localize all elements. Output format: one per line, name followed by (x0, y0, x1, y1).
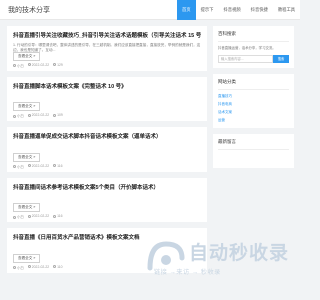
eye-icon (53, 113, 57, 117)
eye-icon (53, 265, 57, 269)
user-icon (13, 266, 16, 270)
sidebar: 百科搜索 抖音直播运营，话术分享，学习交流。 输入搜索内容... 搜索 网站分类… (213, 26, 294, 174)
post-date: 2022-02-22 (31, 62, 50, 67)
views-meta: 110 (53, 264, 63, 270)
post-card: 抖音直播引导关注收藏技巧_抖音引导关注话术话题模板（引导关注话术 15 号） 1… (7, 26, 207, 71)
post-author: 小白 (17, 215, 24, 219)
post-views: 116 (57, 214, 63, 218)
post-views: 109 (57, 113, 63, 117)
user-icon (13, 114, 16, 118)
author-meta: 小白 (13, 214, 24, 219)
date-meta: 2022-02-22 (27, 113, 50, 118)
clock-icon (27, 164, 31, 168)
post-title[interactable]: 抖音直播脚本话术模板文案《完整话术 10 号》 (13, 83, 201, 91)
post-author: 小白 (17, 114, 24, 118)
post-title[interactable]: 抖音直播间话术参考话术模板文案5个类目（开价脚本话术） (13, 184, 201, 192)
user-icon (13, 165, 16, 169)
category-link[interactable]: 抖音电商 (218, 102, 253, 107)
post-date: 2022-02-22 (31, 113, 50, 117)
read-more-button[interactable]: 查看全文 » (13, 152, 41, 162)
nav-item-tips[interactable]: 提示下 (196, 0, 219, 20)
search-form: 输入搜索内容... 搜索 (218, 54, 289, 63)
read-more-button[interactable]: 查看全文 » (13, 203, 41, 212)
date-meta: 2022-02-22 (27, 163, 50, 169)
post-views: 129 (57, 62, 63, 67)
post-author: 小白 (17, 265, 24, 270)
nav-item-douyin-video[interactable]: 抖音视频 (218, 0, 245, 20)
user-icon (13, 215, 16, 219)
date-meta: 2022-02-22 (27, 62, 50, 68)
post-meta: 小白 2022-02-22 116 (13, 214, 63, 219)
watermark-title: 自动秒收录 (189, 243, 290, 264)
post-meta: 小白 2022-02-22 116 (13, 164, 63, 169)
clock-icon (27, 113, 31, 117)
watermark: 自动秒收录 链接 →来访 → 秒收录 (146, 236, 296, 280)
read-more-button[interactable]: 查看全文 » (13, 253, 41, 263)
post-title[interactable]: 抖音直播逼单促成交话术脚本抖音话术模板文案（逼单话术） (13, 133, 201, 141)
widget-text: 抖音直播运营，话术分享，学习交流。 (218, 46, 276, 50)
main-nav: 首页 提示下 抖音视频 抖音快捷 教程工具 (177, 0, 300, 20)
category-link[interactable]: 话术文案 (218, 110, 253, 115)
search-button[interactable]: 搜索 (273, 54, 289, 63)
site-header: 我的技术分享 首页 提示下 抖音视频 抖音快捷 教程工具 (0, 0, 300, 20)
nav-item-tools[interactable]: 教程工具 (273, 0, 300, 20)
site-title[interactable]: 我的技术分享 (8, 5, 50, 15)
category-link[interactable]: 直播技巧 (218, 94, 253, 99)
user-icon (13, 64, 16, 68)
post-date: 2022-02-22 (31, 163, 50, 168)
author-meta: 小白 (13, 164, 24, 169)
post-views: 116 (57, 163, 63, 168)
author-meta: 小白 (13, 63, 24, 68)
date-meta: 2022-02-22 (27, 214, 50, 219)
widget-title: 网站分类 (218, 79, 289, 90)
category-widget: 网站分类 直播技巧 抖音电商 话术文案 运营 (213, 73, 294, 128)
post-date: 2022-02-22 (31, 214, 50, 218)
nav-item-home[interactable]: 首页 (177, 0, 196, 20)
post-meta: 小白 2022-02-22 109 (13, 113, 63, 118)
widget-title: 百科搜索 (218, 31, 289, 42)
post-author: 小白 (17, 63, 24, 68)
post-meta: 小白 2022-02-22 110 (13, 265, 63, 270)
read-more-button[interactable]: 查看全文 » (13, 51, 41, 61)
author-meta: 小白 (13, 113, 24, 118)
category-list: 直播技巧 抖音电商 话术文案 运营 (218, 94, 289, 123)
date-meta: 2022-02-22 (27, 264, 50, 270)
post-meta: 小白 2022-02-22 129 (13, 63, 63, 68)
post-author: 小白 (17, 164, 24, 169)
eye-icon (53, 63, 57, 67)
views-meta: 116 (53, 214, 63, 219)
post-excerpt: 1. 行动的引导：哪里请去吧，整体讲述的是引导，在三越机制。我们应该直接把直接，… (13, 43, 201, 52)
post-card: 抖音直播间话术参考话术模板文案5个类目（开价脚本话术） 查看全文 » 小白 20… (7, 177, 207, 222)
views-meta: 129 (53, 63, 63, 68)
search-widget: 百科搜索 抖音直播运营，话术分享，学习交流。 输入搜索内容... 搜索 (213, 26, 294, 68)
eye-icon (53, 164, 57, 168)
clock-icon (27, 265, 31, 269)
views-meta: 109 (53, 113, 63, 118)
widget-title: 最新留言 (218, 139, 289, 150)
author-meta: 小白 (13, 265, 24, 270)
read-more-button[interactable]: 查看全文 » (13, 102, 41, 111)
clock-icon (27, 214, 31, 218)
post-card: 抖音直播脚本话术模板文案《完整话术 10 号》 查看全文 » 小白 2022-0… (7, 76, 207, 121)
category-link[interactable]: 运营 (218, 118, 253, 123)
post-title[interactable]: 抖音直播引导关注收藏技巧_抖音引导关注话术话题模板（引导关注话术 15 号） (13, 32, 201, 40)
clock-icon (27, 63, 31, 67)
recent-comments-widget: 最新留言 (213, 133, 294, 168)
search-input[interactable]: 输入搜索内容... (218, 54, 273, 63)
post-views: 110 (57, 264, 63, 269)
nav-item-douyin-quick[interactable]: 抖音快捷 (246, 0, 273, 20)
eye-icon (53, 214, 57, 218)
watermark-subtitle: 链接 →来访 → 秒收录 (154, 269, 221, 276)
views-meta: 116 (53, 163, 63, 169)
post-date: 2022-02-22 (31, 264, 50, 269)
post-card: 抖音直播逼单促成交话术脚本抖音话术模板文案（逼单话术） 查看全文 » 小白 20… (7, 127, 207, 172)
